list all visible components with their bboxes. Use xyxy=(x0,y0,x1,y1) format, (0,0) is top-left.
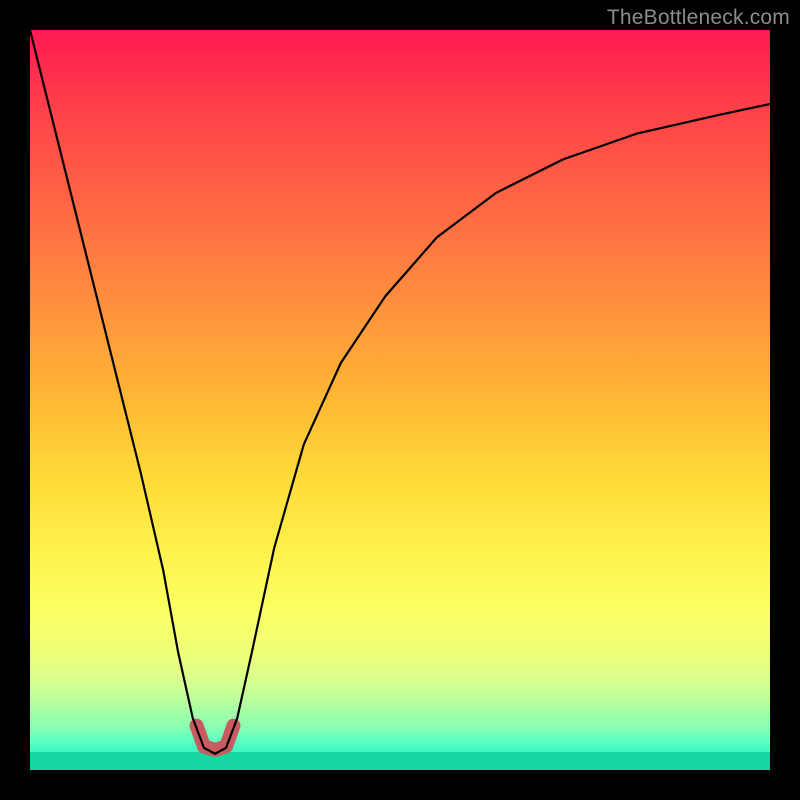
watermark-label: TheBottleneck.com xyxy=(607,6,790,30)
bottleneck-curve xyxy=(30,30,770,754)
chart-svg xyxy=(30,30,770,770)
plot-area xyxy=(30,30,770,770)
chart-frame: TheBottleneck.com xyxy=(0,0,800,800)
optimal-zone-badge xyxy=(197,726,234,750)
